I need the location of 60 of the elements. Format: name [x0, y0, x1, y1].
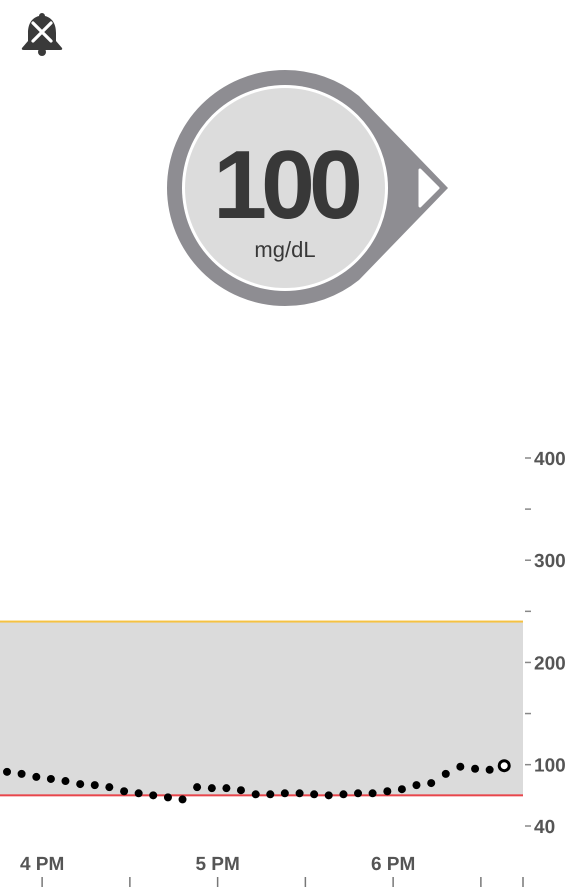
- axis-tick: [480, 877, 482, 887]
- axis-tick: [525, 662, 531, 664]
- axis-tick: [525, 825, 531, 827]
- axis-tick: [525, 559, 531, 561]
- reading-dot: [46, 774, 55, 783]
- reading-dot: [456, 762, 464, 771]
- reading-dot: [296, 789, 304, 798]
- latest-reading-dot: [498, 759, 511, 772]
- axis-tick: [525, 764, 531, 766]
- axis-tick: [216, 877, 218, 887]
- reading-dot: [354, 789, 362, 798]
- reading-dot: [3, 768, 12, 776]
- reading-dot: [266, 790, 274, 798]
- reading-dot: [310, 790, 318, 798]
- axis-tick: [522, 877, 524, 887]
- reading-dot: [427, 779, 436, 788]
- reading-dot: [18, 770, 26, 778]
- time-label: 5 PM: [195, 854, 240, 875]
- reading-dot: [76, 780, 84, 788]
- reading-dot: [442, 770, 450, 778]
- reading-dot: [149, 791, 158, 800]
- axis-tick: [525, 508, 531, 510]
- reading-dot: [178, 795, 187, 804]
- time-label: 4 PM: [20, 854, 64, 875]
- reading-dot: [398, 785, 406, 794]
- reading-dot: [324, 791, 333, 800]
- time-label: 6 PM: [370, 854, 416, 875]
- axis-tick: [525, 712, 531, 714]
- axis-label: 400: [534, 449, 566, 470]
- reading-dot: [383, 787, 392, 796]
- axis-label: 300: [534, 551, 566, 572]
- reading-dot: [222, 784, 230, 792]
- reading-dot: [120, 787, 128, 796]
- reading-dot: [471, 764, 480, 773]
- reading-dot: [486, 766, 494, 774]
- reading-dot: [208, 784, 216, 792]
- reading-dot: [105, 783, 114, 792]
- reading-dot: [368, 789, 377, 798]
- axis-tick: [41, 877, 43, 887]
- axis-label: 40: [534, 817, 556, 838]
- unit-label: mg/dL: [253, 237, 317, 264]
- reading-dot: [412, 781, 420, 790]
- reading-dot: [339, 790, 348, 798]
- reading-dot: [193, 783, 202, 792]
- axis-tick: [392, 877, 394, 887]
- axis-tick: [129, 877, 131, 887]
- glucose-value: 100: [212, 136, 358, 233]
- reading-dot: [236, 786, 245, 794]
- axis-tick: [304, 877, 306, 887]
- reading-dot: [280, 789, 289, 798]
- reading-dot: [32, 772, 40, 781]
- reading-dot: [90, 781, 99, 790]
- axis-tick: [525, 457, 531, 459]
- reading-dot: [134, 789, 143, 798]
- axis-label: 200: [534, 653, 566, 674]
- axis-tick: [525, 610, 531, 612]
- axis-label: 100: [534, 756, 566, 777]
- reading-dot: [252, 790, 260, 798]
- reading-dot: [164, 793, 172, 802]
- reading-dot: [61, 777, 70, 786]
